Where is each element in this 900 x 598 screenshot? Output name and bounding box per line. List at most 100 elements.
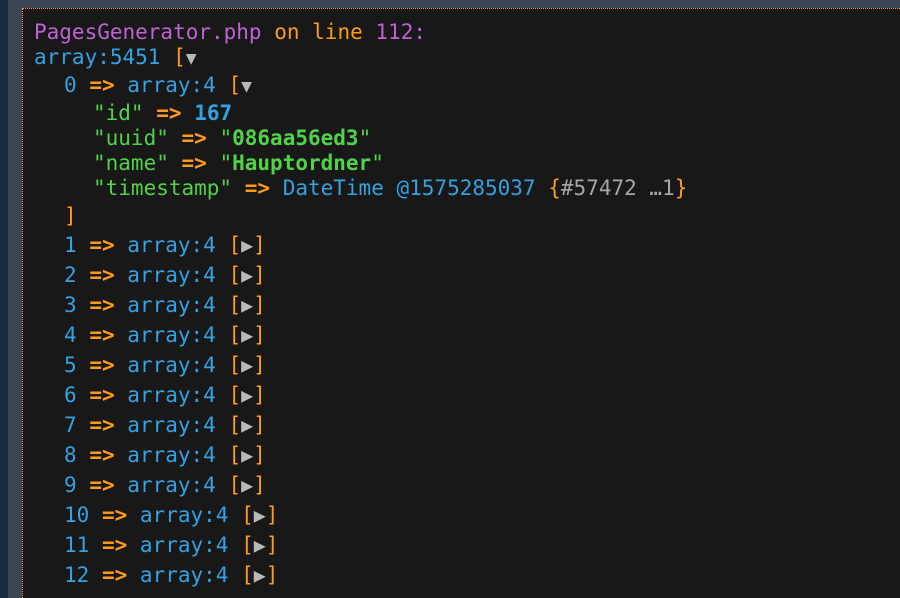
collapsed-item-row: 5 => array:4 [▶] xyxy=(64,353,266,378)
collapsed-item-close-bracket: ] xyxy=(253,263,266,287)
field-name-arrow: => xyxy=(181,151,207,175)
collapsed-item-type: array:4 xyxy=(127,263,216,287)
collapsed-item-key: 6 xyxy=(64,383,77,407)
collapsed-item-type: array:4 xyxy=(139,563,229,587)
collapsed-item-open-bracket: [ xyxy=(228,323,242,347)
collapsed-item-arrow: => xyxy=(89,233,115,257)
field-id-value: 167 xyxy=(194,101,233,125)
collapsed-item-key: 8 xyxy=(64,443,77,467)
collapsed-item-close-bracket: ] xyxy=(253,233,266,257)
collapsed-item-close-bracket: ] xyxy=(253,443,266,467)
field-timestamp-row: "timestamp" => DateTime @1575285037 {#57… xyxy=(93,176,687,201)
collapsed-item-arrow: => xyxy=(89,443,115,467)
collapsed-item-close-bracket: ] xyxy=(253,353,266,377)
root-array-row: array:5451 [▼ xyxy=(34,45,197,71)
collapsed-item-open-bracket: [ xyxy=(228,293,242,317)
collapsed-item-arrow: => xyxy=(89,293,115,317)
field-timestamp-value: @1575285037 xyxy=(396,176,536,200)
field-uuid-row: "uuid" => "086aa56ed3" xyxy=(93,126,371,151)
field-name-quote-open: " xyxy=(219,151,233,175)
collapsed-item-key: 2 xyxy=(64,263,77,287)
line-number: 112: xyxy=(375,20,426,44)
field-uuid-quote-open: " xyxy=(219,126,233,150)
collapsed-item-close-bracket: ] xyxy=(253,323,266,347)
field-uuid-key: "uuid" xyxy=(93,126,169,150)
collapsed-item-row: 10 => array:4 [▶] xyxy=(64,503,278,528)
collapsed-item-row: 8 => array:4 [▶] xyxy=(64,443,266,468)
field-timestamp-brace-open[interactable]: { xyxy=(548,176,561,200)
collapsed-item-type: array:4 xyxy=(127,413,216,437)
collapsed-item-open-bracket: [ xyxy=(228,233,242,257)
field-name-key: "name" xyxy=(93,151,169,175)
field-id-key: "id" xyxy=(93,101,144,125)
collapsed-item-arrow: => xyxy=(89,263,115,287)
triangle-right-icon[interactable]: ▶ xyxy=(241,473,253,498)
triangle-right-icon[interactable]: ▶ xyxy=(241,233,253,258)
collapsed-item-key: 7 xyxy=(64,413,77,437)
field-name-quote-close: " xyxy=(371,151,384,175)
collapsed-item-open-bracket: [ xyxy=(241,533,254,557)
collapsed-item-key: 4 xyxy=(64,323,77,347)
collapsed-item-type: array:4 xyxy=(139,503,229,527)
collapsed-item-arrow: => xyxy=(89,323,115,347)
collapsed-item-close-bracket: ] xyxy=(253,413,266,437)
field-id-row: "id" => 167 xyxy=(93,101,232,126)
collapsed-item-open-bracket: [ xyxy=(241,563,254,587)
collapsed-item-open-bracket: [ xyxy=(228,383,242,407)
triangle-down-icon[interactable]: ▼ xyxy=(241,74,252,99)
collapsed-item-row: 9 => array:4 [▶] xyxy=(64,473,266,498)
collapsed-item-close-bracket: ] xyxy=(253,473,266,497)
triangle-right-icon[interactable]: ▶ xyxy=(254,503,266,528)
triangle-right-icon[interactable]: ▶ xyxy=(241,413,253,438)
triangle-right-icon[interactable]: ▶ xyxy=(241,293,253,318)
collapsed-item-open-bracket: [ xyxy=(228,473,242,497)
field-uuid-arrow: => xyxy=(181,126,207,150)
triangle-right-icon[interactable]: ▶ xyxy=(241,263,253,288)
triangle-right-icon[interactable]: ▶ xyxy=(241,323,253,348)
collapsed-item-type: array:4 xyxy=(127,293,216,317)
collapsed-item-key: 9 xyxy=(64,473,77,497)
collapsed-item-key: 5 xyxy=(64,353,77,377)
dump-header: PagesGenerator.php on line 112: xyxy=(34,20,426,45)
triangle-right-icon[interactable]: ▶ xyxy=(254,533,266,558)
collapsed-item-open-bracket: [ xyxy=(228,443,242,467)
field-timestamp-class: DateTime xyxy=(282,176,384,200)
triangle-down-icon[interactable]: ▼ xyxy=(186,46,197,71)
collapsed-item-row: 11 => array:4 [▶] xyxy=(64,533,278,558)
triangle-right-icon[interactable]: ▶ xyxy=(254,563,266,588)
item-0-open-bracket: [ xyxy=(228,73,242,97)
collapsed-item-type: array:4 xyxy=(127,443,216,467)
collapsed-item-key: 10 xyxy=(64,503,90,527)
item-0-type: array:4 xyxy=(127,73,216,97)
triangle-right-icon[interactable]: ▶ xyxy=(241,383,253,408)
item-0-row: 0 => array:4 [▼ xyxy=(64,73,252,99)
collapsed-item-close-bracket: ] xyxy=(265,533,279,557)
collapsed-item-close-bracket: ] xyxy=(253,293,266,317)
collapsed-item-type: array:4 xyxy=(127,383,216,407)
collapsed-item-key: 12 xyxy=(64,563,90,587)
collapsed-item-open-bracket: [ xyxy=(228,413,242,437)
field-timestamp-key: "timestamp" xyxy=(93,176,233,200)
collapsed-item-close-bracket: ] xyxy=(265,503,279,527)
source-file: PagesGenerator.php xyxy=(34,20,262,44)
collapsed-item-type: array:4 xyxy=(127,233,216,257)
collapsed-item-row: 3 => array:4 [▶] xyxy=(64,293,266,318)
collapsed-item-open-bracket: [ xyxy=(228,263,242,287)
field-uuid-value: 086aa56ed3 xyxy=(232,126,359,150)
collapsed-item-row: 1 => array:4 [▶] xyxy=(64,233,266,258)
collapsed-item-open-bracket: [ xyxy=(228,353,242,377)
item-0-arrow: => xyxy=(89,73,115,97)
field-id-arrow: => xyxy=(156,101,182,125)
collapsed-item-type: array:4 xyxy=(127,353,216,377)
collapsed-item-arrow: => xyxy=(89,353,115,377)
field-uuid-quote-close: " xyxy=(358,126,372,150)
on-line-label: on line xyxy=(274,20,363,44)
field-timestamp-ref[interactable]: #57472 …1 xyxy=(561,176,675,200)
collapsed-item-row: 4 => array:4 [▶] xyxy=(64,323,266,348)
triangle-right-icon[interactable]: ▶ xyxy=(241,353,253,378)
triangle-right-icon[interactable]: ▶ xyxy=(241,443,253,468)
collapsed-item-key: 1 xyxy=(64,233,77,257)
item-0-close-bracket: ] xyxy=(64,204,77,228)
field-timestamp-arrow: => xyxy=(244,176,271,200)
field-timestamp-brace-close[interactable]: } xyxy=(675,176,688,200)
